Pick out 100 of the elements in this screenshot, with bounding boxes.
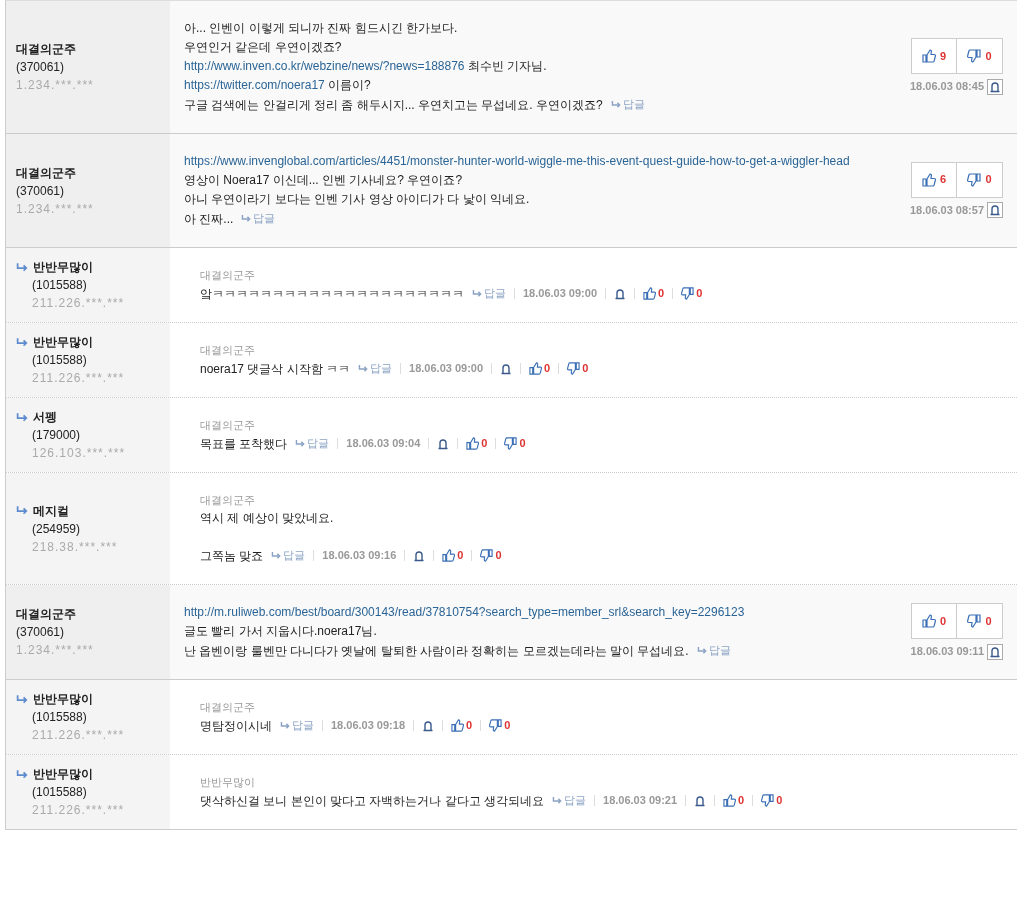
comment-text: 역시 제 예상이 맞았네요. — [200, 511, 334, 525]
author-name[interactable]: 메지컬 — [33, 501, 69, 520]
parent-author: 대결의군주 — [200, 700, 256, 715]
like-button[interactable]: 0 — [529, 359, 551, 378]
author-name[interactable]: 반반무많이 — [33, 690, 93, 708]
comment-date: 18.06.03 08:45 — [910, 79, 984, 94]
parent-author: 대결의군주 — [200, 418, 256, 433]
reply-arrow-icon — [472, 289, 483, 298]
like-button[interactable]: 0 — [643, 284, 665, 303]
reply-arrow-icon — [358, 364, 370, 373]
comment-date: 18.06.03 09:18 — [331, 718, 405, 733]
reply-link[interactable]: 답글 — [696, 641, 731, 660]
thumbs-up-icon — [442, 549, 456, 562]
thumbs-down-icon — [967, 172, 982, 187]
comment-text: 난 옵벤이랑 룰벤만 다니다가 옛날에 탈퇴한 사람이라 정확히는 모르겠는데라는 말이 무섭네요. — [184, 644, 689, 658]
comment-link[interactable]: http://www.inven.co.kr/webzine/news/?news=188876 — [184, 57, 465, 76]
like-button[interactable]: 0 — [911, 603, 957, 639]
bell-icon[interactable] — [500, 362, 513, 375]
thumbs-down-icon — [489, 719, 503, 732]
report-button[interactable] — [987, 643, 1003, 660]
user-id: (370061) — [16, 182, 66, 200]
author-name[interactable]: 반반무많이 — [33, 258, 93, 276]
thumbs-up-icon — [451, 719, 464, 732]
thumbs-down-icon — [967, 49, 982, 63]
comment-text: 그쪽놈 맞죠 — [200, 549, 264, 563]
bell-icon[interactable] — [422, 719, 434, 732]
author-name[interactable]: 대결의군주 — [16, 605, 76, 623]
bell-icon[interactable] — [614, 287, 626, 300]
like-button[interactable]: 0 — [466, 434, 488, 453]
reply-arrow-icon — [16, 768, 29, 780]
parent-author: 대결의군주 — [200, 493, 256, 508]
dislike-button[interactable]: 0 — [681, 284, 703, 303]
dislike-button[interactable]: 0 — [761, 791, 783, 810]
report-button[interactable] — [987, 202, 1003, 218]
like-button[interactable]: 0 — [442, 546, 464, 565]
dislike-button[interactable]: 0 — [957, 161, 1003, 198]
comment-link[interactable]: http://m.ruliweb.com/best/board/300143/read/37810754?search_type=member_srl&search_key=2296123 — [184, 603, 745, 622]
dislike-button[interactable]: 0 — [480, 546, 502, 565]
reply-arrow-icon — [16, 505, 29, 516]
comment-link[interactable]: https://www.invenglobal.com/articles/4451/monster-hunter-world-wiggle-me-this-event-quest-guide-how-to-get-a-wiggler-head — [184, 152, 850, 171]
reply-link[interactable]: 답글 — [472, 284, 506, 303]
comment-text: 앜ㅋㅋㅋㅋㅋㅋㅋㅋㅋㅋㅋㅋㅋㅋㅋㅋㅋㅋㅋㅋㅋ — [200, 287, 464, 301]
dislike-button[interactable]: 0 — [504, 434, 526, 453]
comment-date: 18.06.03 09:00 — [409, 361, 484, 376]
user-id: (1015588) — [32, 709, 88, 726]
thumbs-up-icon — [921, 614, 936, 628]
like-button[interactable]: 0 — [451, 716, 473, 735]
author-name[interactable]: 대결의군주 — [16, 163, 76, 182]
reply-link[interactable]: 답글 — [241, 209, 276, 228]
comment-text: 영상이 Noera17 이신데... 인벤 기사네요? 우연이죠? — [184, 173, 463, 187]
ip-address: 211.226.***.*** — [32, 727, 126, 744]
ip-address: 211.226.***.*** — [32, 802, 126, 819]
reply-arrow-icon — [280, 721, 291, 730]
like-button[interactable]: 6 — [911, 161, 957, 198]
dislike-button[interactable]: 0 — [489, 716, 511, 735]
bell-icon[interactable] — [413, 549, 426, 562]
reply-arrow-icon — [16, 693, 29, 705]
ip-address: 211.226.***.*** — [32, 295, 126, 312]
thumbs-up-icon — [466, 437, 480, 450]
dislike-button[interactable]: 0 — [957, 603, 1003, 639]
comment-text: 목표를 포착했다 — [200, 437, 288, 451]
reply-link[interactable]: 답글 — [271, 546, 306, 565]
thumbs-up-icon — [921, 172, 936, 187]
report-button[interactable] — [987, 78, 1003, 95]
bell-icon[interactable] — [694, 794, 707, 807]
comment-text: 아니 우연이라기 보다는 인벤 기사 영상 아이디가 다 낯이 익네요. — [184, 192, 530, 206]
reply-link[interactable]: 답글 — [295, 434, 330, 453]
dislike-button[interactable]: 0 — [957, 38, 1003, 74]
bell-icon[interactable] — [437, 437, 450, 450]
ip-address: 218.38.***.*** — [32, 538, 119, 556]
reply-arrow-icon — [696, 646, 708, 655]
comment-date: 18.06.03 09:11 — [910, 644, 984, 659]
author-name[interactable]: 반반무많이 — [33, 765, 93, 783]
ip-address: 1.234.***.*** — [16, 200, 95, 218]
reply-arrow-icon — [552, 796, 563, 805]
dislike-button[interactable]: 0 — [567, 359, 589, 378]
parent-author: 대결의군주 — [200, 343, 256, 358]
comment-date: 18.06.03 09:00 — [523, 286, 597, 301]
user-id: (1015588) — [32, 784, 88, 801]
author-name[interactable]: 서펭 — [33, 408, 57, 426]
ip-address: 1.234.***.*** — [16, 77, 95, 94]
comment-link[interactable]: https://twitter.com/noera17 — [184, 76, 325, 95]
like-button[interactable]: 9 — [911, 38, 957, 74]
user-id: (1015588) — [32, 352, 88, 369]
comment-date: 18.06.03 09:04 — [346, 436, 421, 451]
thumbs-down-icon — [567, 362, 581, 375]
comment-date: 18.06.03 09:16 — [322, 548, 397, 563]
comment-text: 댓삭하신걸 보니 본인이 맞다고 자백하는거나 같다고 생각되네요 — [200, 794, 544, 808]
like-button[interactable]: 0 — [723, 791, 745, 810]
author-name[interactable]: 반반무많이 — [33, 333, 93, 351]
reply-link[interactable]: 답글 — [552, 791, 586, 810]
thumbs-up-icon — [723, 794, 737, 807]
author-name[interactable]: 대결의군주 — [16, 40, 76, 58]
comment-text: 글도 빨리 가서 지웁시다.noera17님. — [184, 624, 377, 638]
reply-arrow-icon — [610, 100, 622, 109]
comment-date: 18.06.03 09:21 — [603, 793, 678, 808]
reply-arrow-icon — [16, 261, 29, 273]
reply-link[interactable]: 답글 — [280, 716, 314, 735]
reply-link[interactable]: 답글 — [610, 95, 645, 114]
reply-link[interactable]: 답글 — [358, 359, 393, 378]
